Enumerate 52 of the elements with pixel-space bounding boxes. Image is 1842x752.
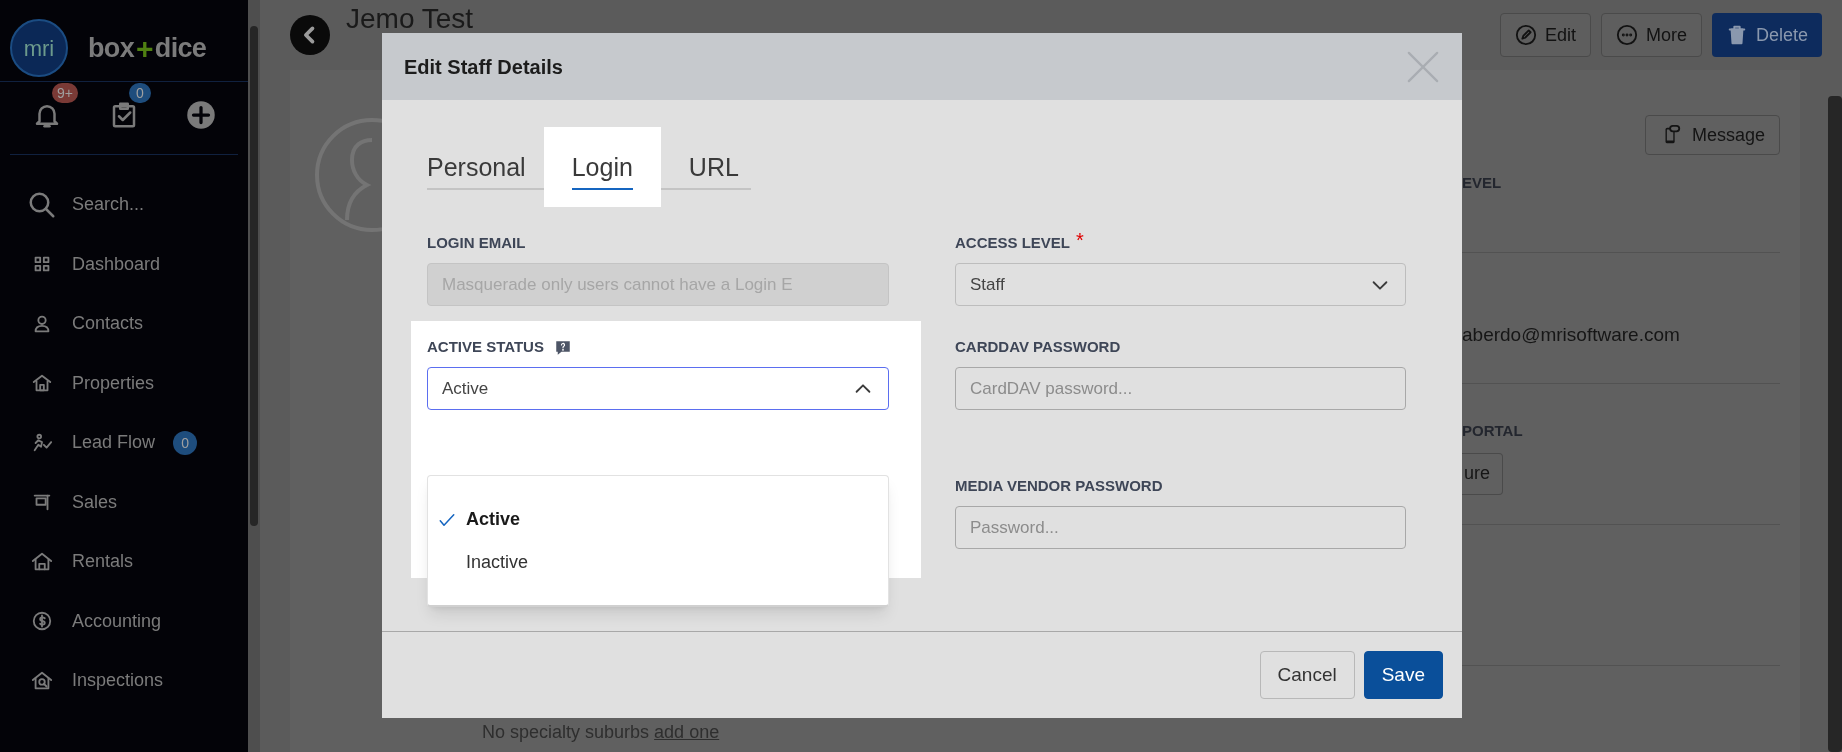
runner-check-icon bbox=[31, 431, 53, 454]
tab[interactable]: URL bbox=[660, 127, 767, 207]
field-label: ACCESS LEVEL bbox=[955, 233, 1071, 254]
pencil-icon bbox=[1514, 24, 1537, 46]
input-field[interactable]: CardDAV password... bbox=[955, 367, 1406, 410]
nav-item[interactable]: Rentals bbox=[0, 532, 248, 592]
nav-item[interactable]: Sales bbox=[0, 472, 248, 532]
nav-item[interactable]: Inspections bbox=[0, 651, 248, 711]
back-button-icon[interactable] bbox=[290, 15, 330, 55]
dialog-title: Edit Staff Details bbox=[404, 54, 564, 80]
house-search-icon bbox=[31, 669, 53, 692]
avatar-placeholder-icon bbox=[312, 115, 382, 235]
notification-count: 0 bbox=[129, 82, 151, 103]
message-button[interactable]: Message bbox=[1644, 115, 1780, 155]
more-button[interactable]: More bbox=[1600, 13, 1702, 57]
field-label: CARDDAV PASSWORD bbox=[955, 337, 1121, 358]
nav-item[interactable]: Lead Flow 0 bbox=[0, 413, 248, 473]
field-label: ACTIVE STATUS bbox=[427, 337, 544, 358]
coin-icon bbox=[31, 610, 53, 633]
house-door-icon bbox=[31, 550, 53, 573]
tab[interactable]: Login bbox=[543, 127, 661, 207]
logo: mri bbox=[10, 19, 68, 77]
nav-item[interactable]: Dashboard bbox=[0, 234, 248, 294]
select-field[interactable]: Active bbox=[427, 367, 889, 410]
tab[interactable]: Personal bbox=[409, 127, 544, 207]
select-field[interactable]: Staff bbox=[955, 263, 1406, 306]
count-badge: 0 bbox=[173, 430, 198, 455]
cancel-button[interactable]: Cancel bbox=[1259, 651, 1355, 699]
brand-name: + bbox=[136, 30, 153, 67]
field-label: MEDIA VENDOR PASSWORD bbox=[955, 476, 1163, 497]
save-button[interactable]: Save bbox=[1363, 651, 1443, 699]
nav-item[interactable]: Search... bbox=[0, 175, 248, 235]
email-value: aberdo@mrisoftware.com bbox=[1462, 323, 1681, 347]
edit-button[interactable]: Edit bbox=[1499, 13, 1591, 57]
delete-button[interactable]: Delete bbox=[1711, 13, 1822, 57]
nav-item[interactable]: Contacts bbox=[0, 294, 248, 354]
brand-name: box bbox=[88, 31, 134, 65]
field-label: LOGIN EMAIL bbox=[427, 233, 526, 254]
field-label: PORTAL bbox=[1462, 421, 1524, 441]
notification-count: 9+ bbox=[52, 82, 78, 103]
page-title: Jemo Test bbox=[346, 4, 474, 34]
brand-name: dice bbox=[154, 31, 207, 65]
help-icon[interactable] bbox=[553, 338, 572, 357]
field-label: EVEL bbox=[1462, 173, 1503, 193]
nav-item[interactable]: Properties bbox=[0, 353, 248, 413]
dropdown-option[interactable]: Active bbox=[428, 498, 888, 541]
input-field[interactable]: Password... bbox=[955, 506, 1406, 549]
nav-item[interactable]: Accounting bbox=[0, 591, 248, 651]
required-mark: * bbox=[1076, 227, 1084, 253]
more-icon bbox=[1615, 24, 1638, 46]
plus-circle-icon[interactable] bbox=[186, 99, 216, 130]
dropdown-option[interactable]: Inactive bbox=[428, 541, 888, 584]
